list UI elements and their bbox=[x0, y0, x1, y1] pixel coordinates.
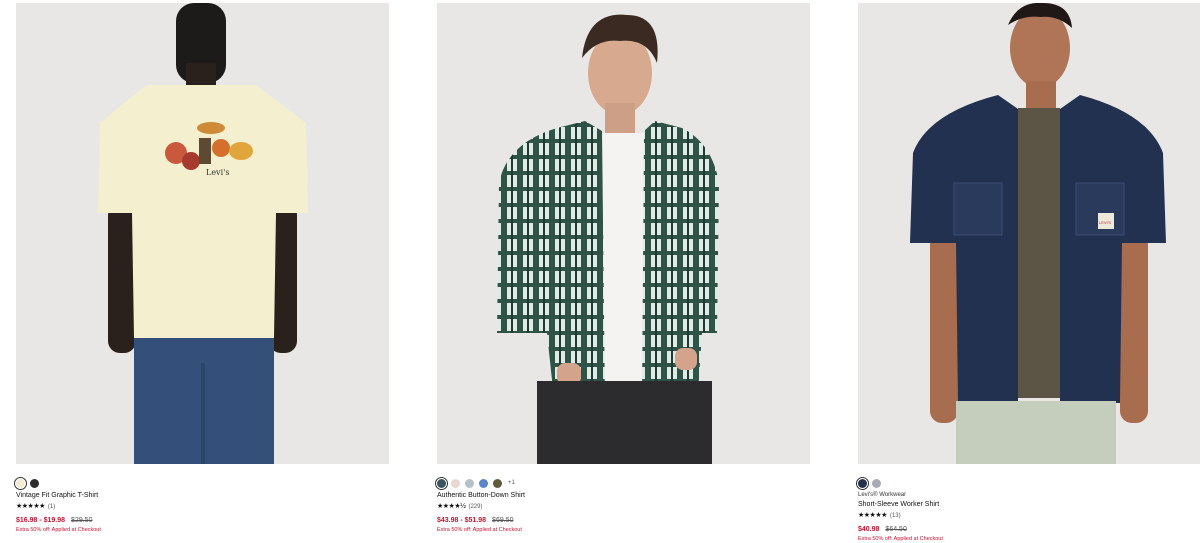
color-swatch[interactable] bbox=[451, 478, 460, 488]
color-swatches bbox=[14, 476, 389, 490]
product-image[interactable]: Levi's bbox=[16, 3, 389, 464]
review-count[interactable]: (229) bbox=[468, 504, 482, 510]
color-swatch[interactable] bbox=[479, 478, 488, 488]
price: $43.98 - $51.98 $69.50 bbox=[437, 517, 810, 524]
price: $40.98 $64.50 bbox=[858, 526, 1200, 533]
product-image[interactable]: LEVI'S bbox=[858, 3, 1200, 464]
star-rating-icon: ★★★★★ bbox=[858, 512, 887, 519]
price: $16.98 - $19.98 $29.50 bbox=[16, 517, 389, 524]
color-swatch[interactable] bbox=[14, 476, 27, 490]
sale-price: $43.98 - $51.98 bbox=[437, 517, 487, 524]
color-swatch[interactable] bbox=[30, 478, 39, 488]
color-swatch[interactable] bbox=[435, 476, 448, 490]
sale-price: $16.98 - $19.98 bbox=[16, 517, 66, 524]
color-swatches bbox=[856, 476, 1200, 490]
rating: ★★★★½ (229) bbox=[437, 503, 810, 511]
product-card[interactable]: +1 Authentic Button-Down Shirt ★★★★½ (22… bbox=[435, 3, 810, 533]
color-swatch[interactable] bbox=[465, 478, 474, 488]
star-rating-icon: ★★★★½ bbox=[437, 503, 466, 510]
product-card[interactable]: Levi's Vintage Fit Graphic T-Shirt ★★★★★… bbox=[14, 3, 389, 533]
product-image[interactable] bbox=[437, 3, 810, 464]
product-name[interactable]: Short-Sleeve Worker Shirt bbox=[858, 501, 1200, 508]
color-swatch[interactable] bbox=[856, 476, 869, 490]
original-price: $29.50 bbox=[71, 517, 93, 524]
product-brand: Levi's® Workwear bbox=[858, 492, 907, 498]
sale-price: $40.98 bbox=[858, 526, 880, 533]
graphic-logo: Levi's bbox=[206, 168, 229, 177]
product-name[interactable]: Authentic Button-Down Shirt bbox=[437, 492, 810, 499]
rating: ★★★★★ (1) bbox=[16, 503, 389, 511]
review-count[interactable]: (1) bbox=[48, 504, 55, 510]
product-name[interactable]: Vintage Fit Graphic T-Shirt bbox=[16, 492, 389, 499]
review-count[interactable]: (13) bbox=[890, 513, 901, 519]
shirt-patch: LEVI'S bbox=[1099, 220, 1111, 225]
color-swatches: +1 bbox=[435, 476, 810, 490]
promo-text: Extra 50% off: Applied at Checkout bbox=[16, 527, 101, 533]
original-price: $69.50 bbox=[492, 517, 514, 524]
color-swatch[interactable] bbox=[493, 478, 502, 488]
product-card[interactable]: LEVI'S Levi's® Workwear Short-Sleeve Wor… bbox=[856, 3, 1200, 542]
promo-text: Extra 50% off: Applied at Checkout bbox=[858, 536, 943, 542]
star-rating-icon: ★★★★★ bbox=[16, 503, 45, 510]
promo-text: Extra 50% off: Applied at Checkout bbox=[437, 527, 522, 533]
rating: ★★★★★ (13) bbox=[858, 512, 1200, 520]
more-colors[interactable]: +1 bbox=[508, 480, 515, 486]
original-price: $64.50 bbox=[885, 526, 907, 533]
color-swatch[interactable] bbox=[872, 478, 881, 488]
